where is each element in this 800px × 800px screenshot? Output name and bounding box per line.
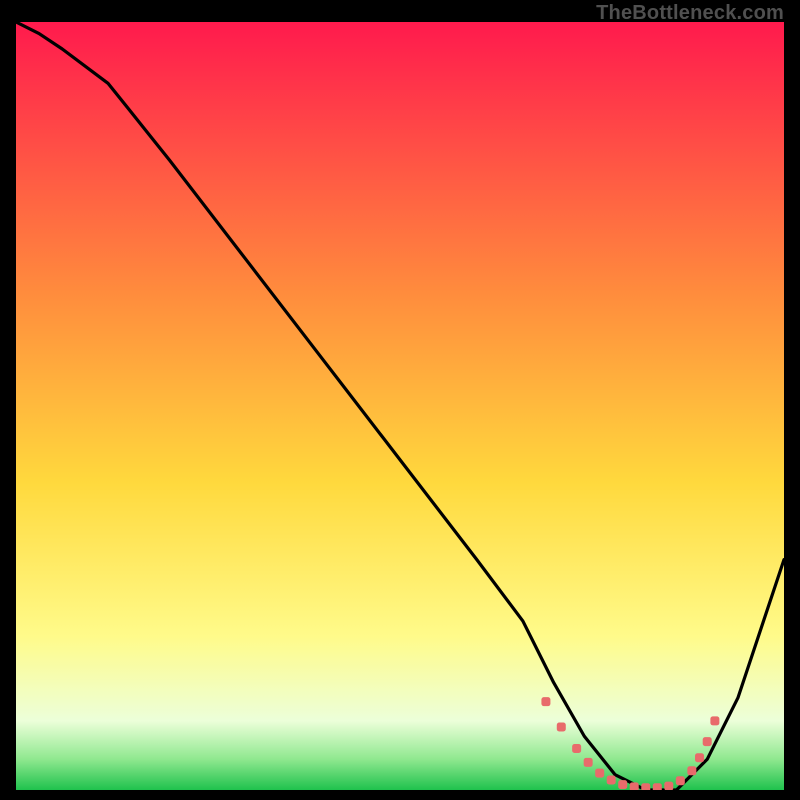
optimal-marker <box>653 783 662 790</box>
optimal-marker <box>703 737 712 746</box>
optimal-marker <box>572 744 581 753</box>
optimal-marker <box>557 723 566 732</box>
chart-frame <box>16 22 784 790</box>
optimal-marker <box>607 776 616 785</box>
bottleneck-chart <box>16 22 784 790</box>
optimal-marker <box>695 753 704 762</box>
optimal-marker <box>595 769 604 778</box>
gradient-background <box>16 22 784 790</box>
optimal-marker <box>710 716 719 725</box>
optimal-marker <box>664 782 673 790</box>
optimal-marker <box>687 766 696 775</box>
optimal-marker <box>676 776 685 785</box>
optimal-marker <box>641 783 650 790</box>
optimal-marker <box>584 758 593 767</box>
optimal-marker <box>618 780 627 789</box>
optimal-marker <box>541 697 550 706</box>
optimal-marker <box>630 782 639 790</box>
